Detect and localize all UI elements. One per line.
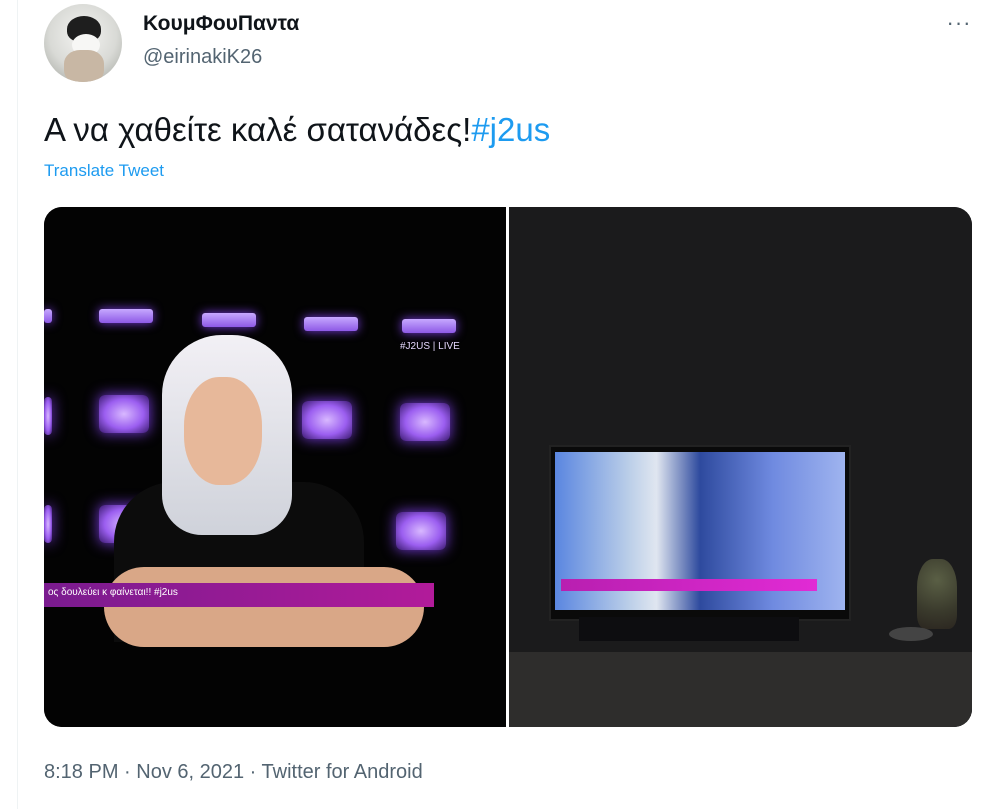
tweet-media[interactable]: #J2US | LIVE ος δουλεύει κ φαίνεται!! #j… (44, 207, 972, 727)
tv-cabinet (509, 652, 972, 727)
person-arms (104, 567, 424, 647)
tv-stand (579, 617, 799, 641)
stage-light (44, 309, 52, 323)
hashtag-link[interactable]: #j2us (471, 111, 550, 148)
author-display-name[interactable]: ΚουμΦουΠαντα (143, 12, 299, 36)
plant-decoration (917, 559, 957, 629)
broadcast-caption: ος δουλεύει κ φαίνεται!! #j2us (48, 587, 178, 598)
stage-light-tile (44, 397, 52, 435)
media-photo-right[interactable] (509, 207, 972, 727)
timeline-border (17, 0, 18, 809)
tweet-body: Α να χαθείτε καλέ σατανάδες! (44, 111, 472, 148)
avatar-body (64, 50, 104, 82)
television (549, 445, 851, 621)
stage-light (402, 319, 456, 333)
stage-light-tile (302, 401, 352, 439)
speaker-device (889, 627, 933, 641)
stage-light (99, 309, 153, 323)
stage-light-tile (44, 505, 52, 543)
stage-light (202, 313, 256, 327)
stage-light-tile (396, 512, 446, 550)
avatar[interactable] (44, 4, 122, 82)
more-options-icon[interactable]: ··· (944, 8, 974, 38)
tweet-text: Α να χαθείτε καλέ σατανάδες!#j2us (44, 111, 550, 149)
stage-light-tile (400, 403, 450, 441)
translate-tweet-link[interactable]: Translate Tweet (44, 161, 164, 181)
tv-lower-third (561, 579, 817, 591)
tweet-timestamp[interactable]: 8:18 PM · Nov 6, 2021 · Twitter for Andr… (44, 761, 423, 784)
live-badge: #J2US | LIVE (400, 341, 460, 352)
person-face (184, 377, 262, 485)
stage-light (304, 317, 358, 331)
stage-light-tile (99, 395, 149, 433)
author-handle[interactable]: @eirinakiK26 (143, 46, 262, 69)
media-photo-left[interactable]: #J2US | LIVE ος δουλεύει κ φαίνεται!! #j… (44, 207, 506, 727)
